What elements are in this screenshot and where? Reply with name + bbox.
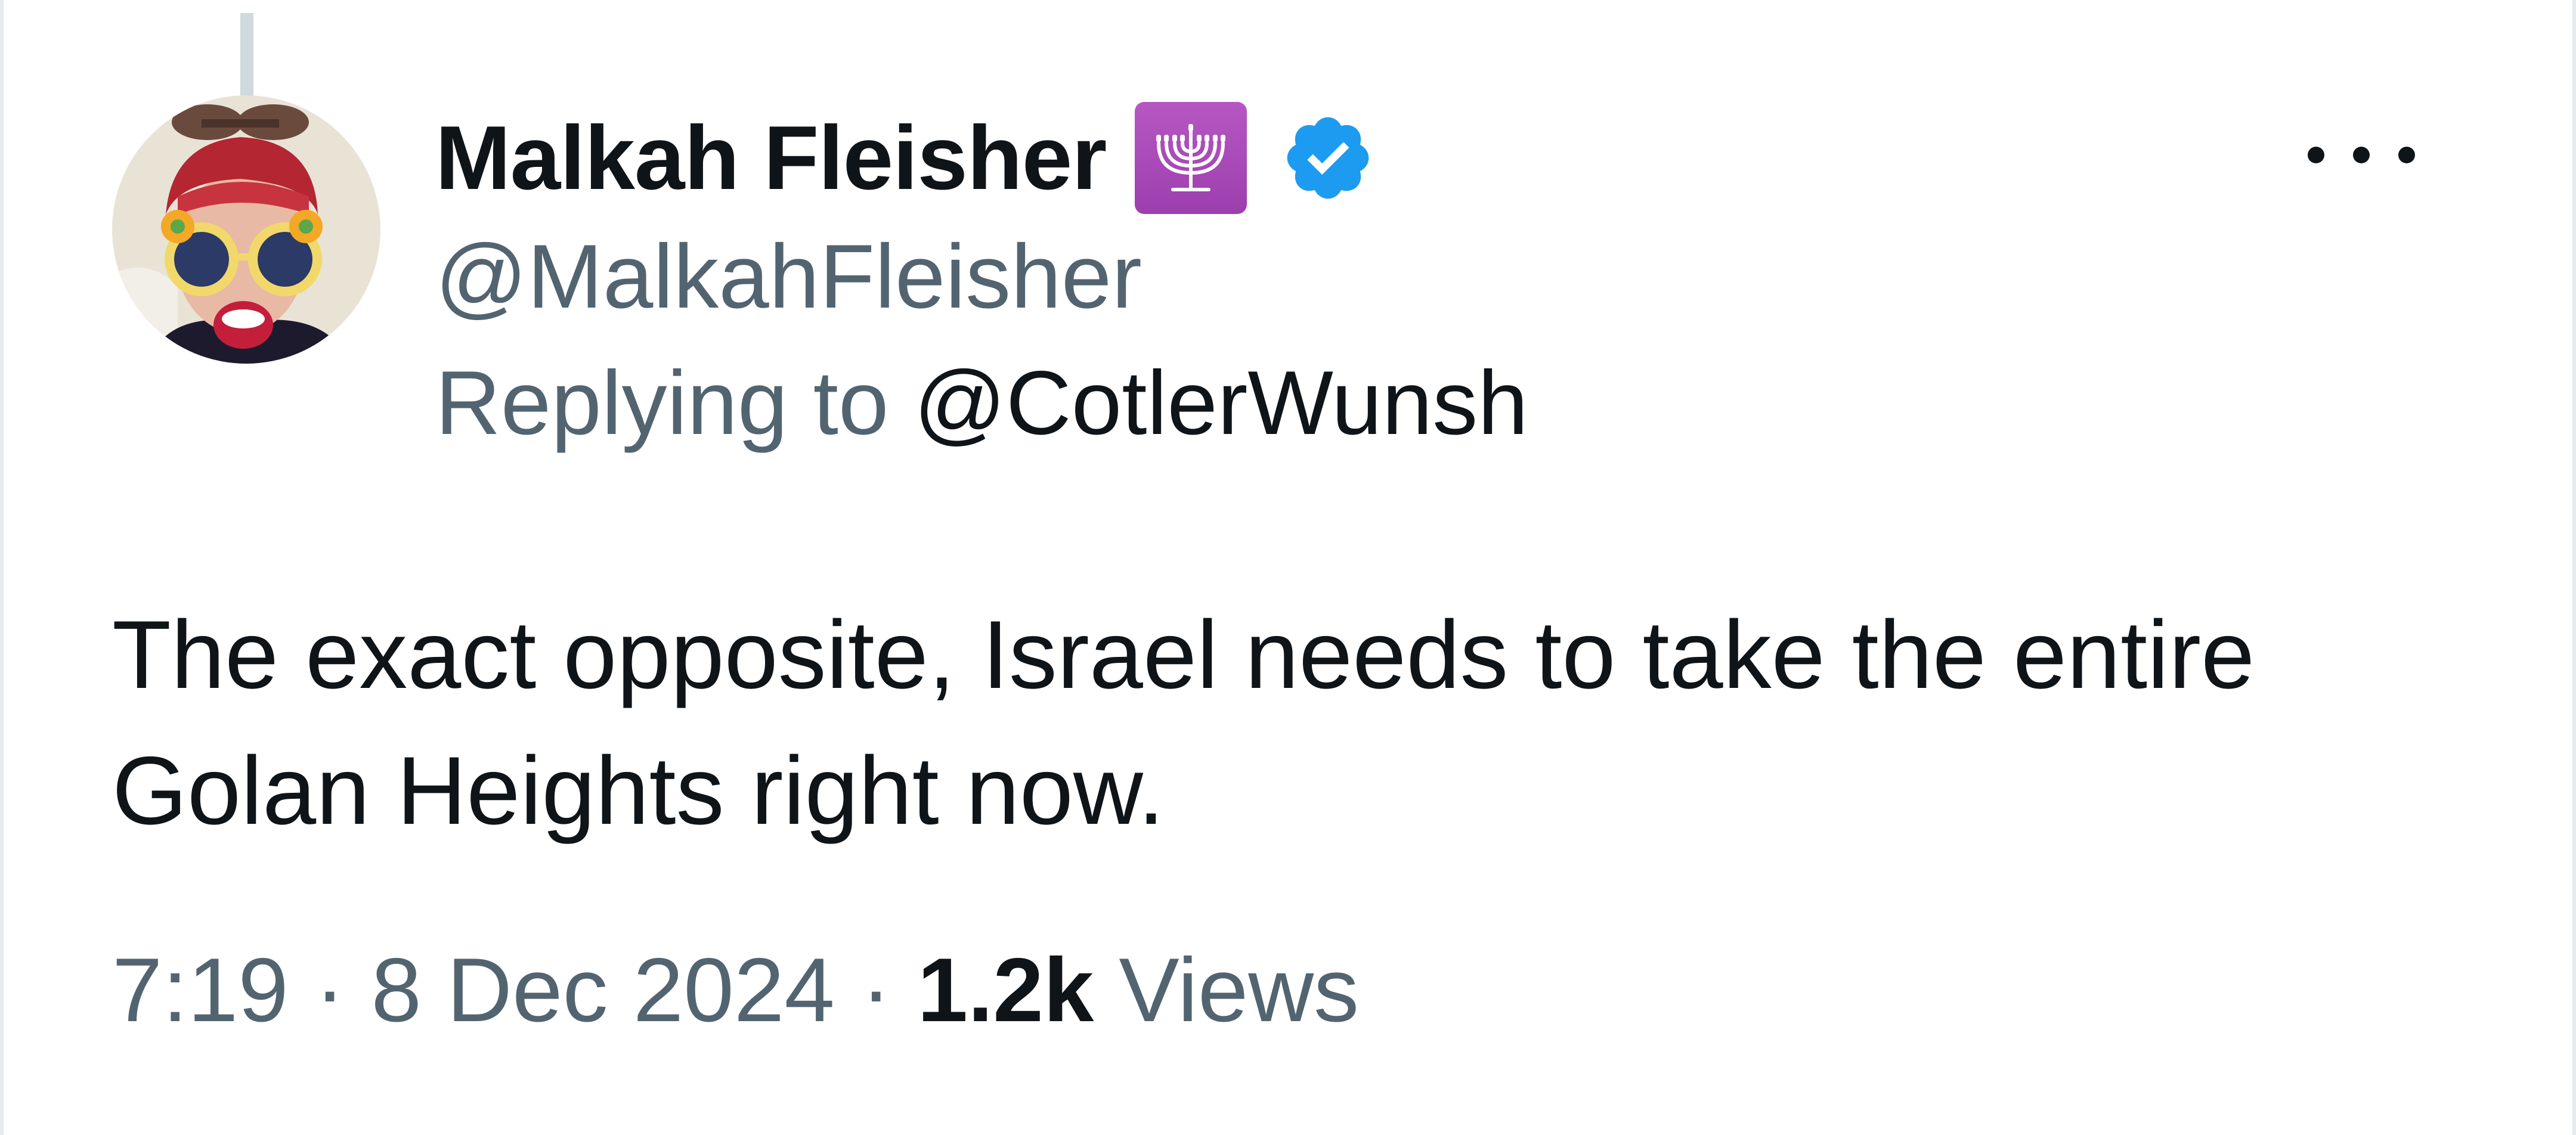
- meta-separator: ·: [314, 939, 345, 1041]
- tweet-date[interactable]: 8 Dec 2024: [371, 945, 834, 1035]
- avatar-image: [112, 95, 380, 364]
- more-dot: [2398, 147, 2415, 163]
- views-label: Views: [1119, 939, 1360, 1041]
- tweet-text-line: The exact opposite, Israel needs to take…: [112, 601, 2255, 709]
- views-count[interactable]: 1.2k: [918, 945, 1094, 1035]
- replying-to-label: Replying to: [435, 352, 889, 454]
- author-handle[interactable]: @MalkahFleisher: [435, 231, 2343, 322]
- tweet-time[interactable]: 7:19: [112, 945, 289, 1035]
- more-dot: [2353, 147, 2370, 163]
- tweet-text: The exact opposite, Israel needs to take…: [112, 587, 2467, 859]
- tweet-meta: 7:19 · 8 Dec 2024 · 1.2k Views: [112, 945, 1359, 1035]
- author-name-row: Malkah Fleisher: [435, 89, 2343, 227]
- menorah-icon: [1135, 102, 1247, 214]
- more-dot: [2308, 147, 2324, 163]
- verified-badge-icon[interactable]: [1280, 110, 1376, 206]
- replying-to-line: Replying to @CotlerWunsh: [435, 358, 2343, 448]
- left-border: [0, 0, 4, 1135]
- thread-connector-line: [240, 13, 253, 97]
- more-options-icon[interactable]: [2308, 134, 2415, 176]
- right-border: [2572, 0, 2576, 1135]
- reply-target-link[interactable]: @CotlerWunsh: [914, 352, 1528, 454]
- meta-separator: ·: [860, 939, 891, 1041]
- tweet-header: Malkah Fleisher @MalkahFleisher Replying…: [435, 89, 2343, 448]
- tweet-text-line: Golan Heights right now.: [112, 737, 1165, 845]
- avatar[interactable]: [112, 95, 380, 364]
- author-display-name[interactable]: Malkah Fleisher: [435, 113, 1107, 203]
